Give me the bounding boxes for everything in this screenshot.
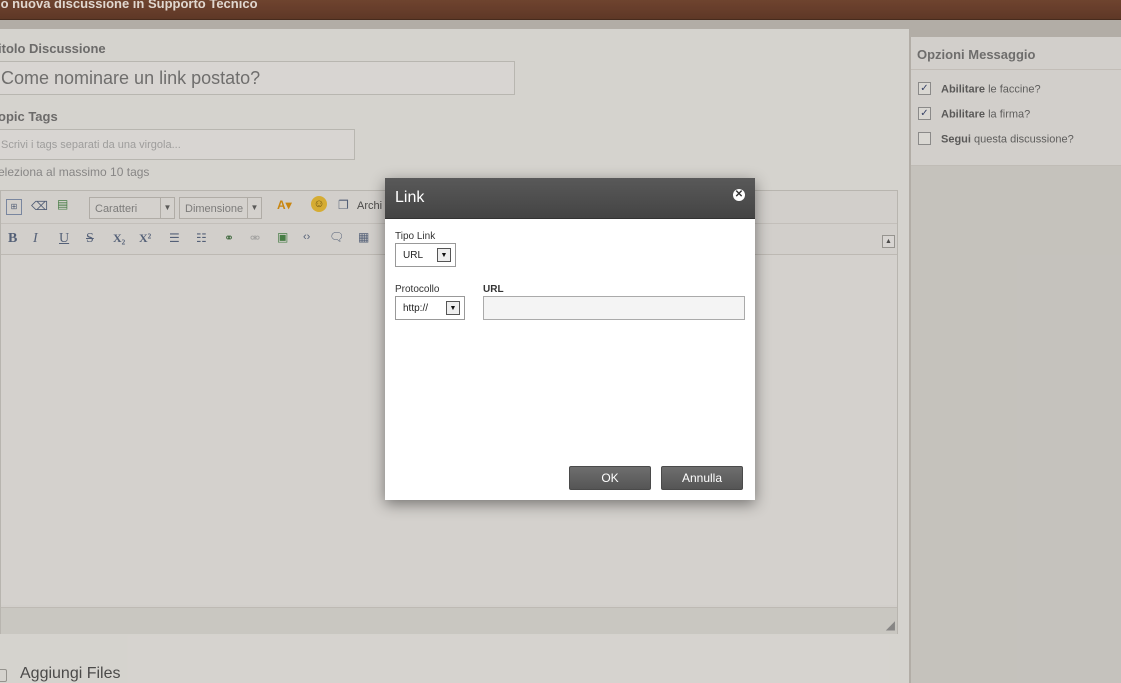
url-label: URL [483, 284, 504, 295]
link-dialog: Link ✕ Tipo Link URL ▼ Protocollo http:/… [385, 178, 755, 500]
link-type-value: URL [403, 250, 424, 261]
chevron-down-icon: ▼ [446, 301, 460, 315]
dialog-title: Link [395, 189, 425, 206]
protocol-value: http:// [403, 303, 429, 314]
url-input[interactable] [483, 296, 745, 320]
link-type-select[interactable]: URL ▼ [395, 243, 456, 267]
cancel-button[interactable]: Annulla [661, 466, 743, 490]
chevron-down-icon: ▼ [437, 248, 451, 262]
dialog-header: Link ✕ [385, 178, 755, 219]
protocol-select[interactable]: http:// ▼ [395, 296, 465, 320]
close-icon[interactable]: ✕ [733, 189, 745, 201]
ok-button[interactable]: OK [569, 466, 651, 490]
protocol-label: Protocollo [395, 284, 440, 295]
link-type-label: Tipo Link [395, 231, 436, 242]
